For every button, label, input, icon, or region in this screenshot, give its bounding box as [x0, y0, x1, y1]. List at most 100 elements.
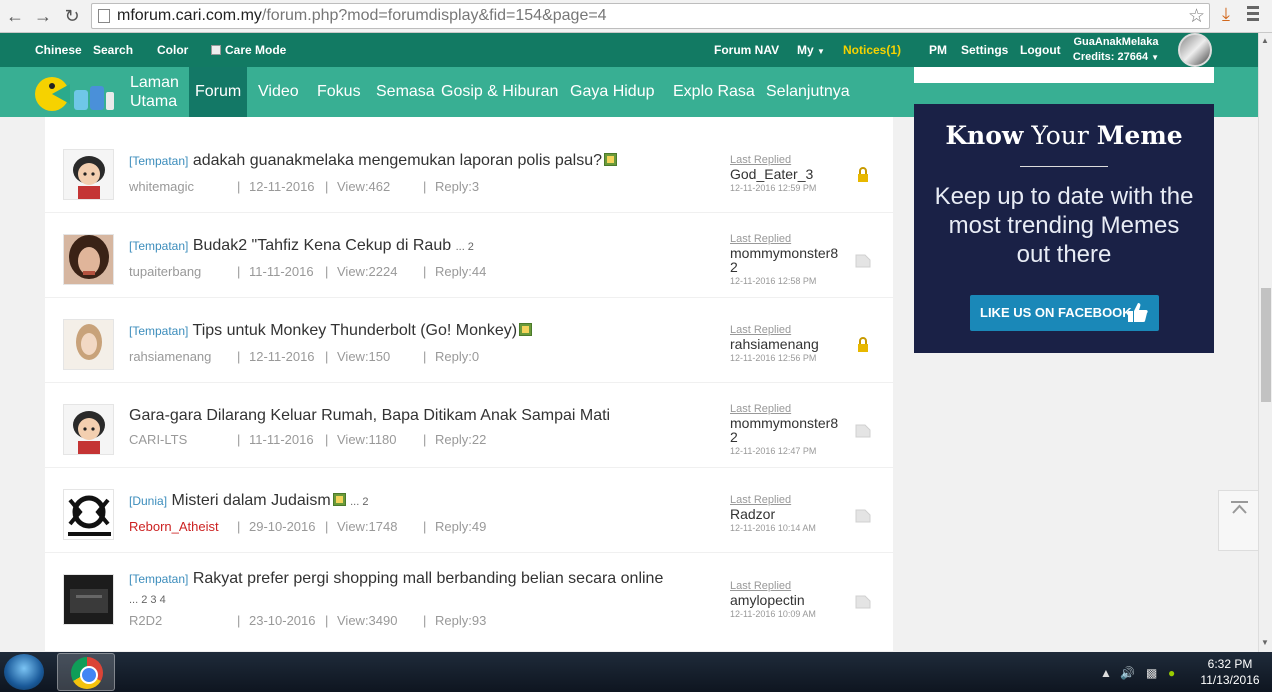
- thread-pages[interactable]: ... 2: [350, 496, 368, 508]
- nav-gosip-hiburan[interactable]: Gosip & Hiburan: [441, 67, 558, 117]
- thread-author[interactable]: CARI-LTS: [129, 432, 237, 447]
- back-icon[interactable]: ←: [3, 4, 27, 28]
- thread-tag[interactable]: [Tempatan]: [129, 572, 188, 586]
- thread-author[interactable]: tupaiterbang: [129, 264, 237, 279]
- search-link[interactable]: Search: [93, 43, 133, 57]
- nav-video[interactable]: Video: [258, 67, 299, 117]
- thread-pages[interactable]: ... 2: [456, 241, 474, 253]
- color-link[interactable]: Color: [157, 43, 188, 57]
- thread-row[interactable]: [Tempatan] Tips untuk Monkey Thunderbolt…: [45, 303, 893, 383]
- scroll-up-icon[interactable]: ▲: [1261, 36, 1269, 45]
- thread-pages[interactable]: ... 2 3 4: [129, 594, 166, 606]
- forward-icon[interactable]: →: [31, 4, 55, 28]
- thread-row[interactable]: [Dunia] Misteri dalam Judaism ... 2 Rebo…: [45, 473, 893, 553]
- nav-semasa[interactable]: Semasa: [376, 67, 435, 117]
- address-bar[interactable]: mforum.cari.com.my/forum.php?mod=forumdi…: [91, 3, 1210, 29]
- thread-tag[interactable]: [Dunia]: [129, 494, 167, 508]
- like-us-facebook-button[interactable]: LIKE US ON FACEBOOK: [970, 295, 1159, 331]
- nav-home-line1: Laman: [130, 74, 179, 91]
- thread-avatar[interactable]: [63, 404, 114, 455]
- system-clock[interactable]: 6:32 PM 11/13/2016: [1195, 656, 1265, 688]
- nav-explo-rasa[interactable]: Explo Rasa: [673, 67, 755, 117]
- download-icon[interactable]: ⤓: [1214, 4, 1238, 28]
- thread-title[interactable]: [Tempatan] adakah guanakmelaka mengemuka…: [129, 152, 617, 170]
- last-replied-label[interactable]: Last Replied: [730, 403, 791, 415]
- thread-row[interactable]: [Tempatan] Budak2 "Tahfiz Kena Cekup di …: [45, 218, 893, 298]
- my-menu[interactable]: My ▼: [797, 43, 825, 57]
- bookmark-star-icon[interactable]: ☆: [1188, 5, 1205, 28]
- network-icon[interactable]: ▩: [1146, 666, 1157, 680]
- start-button[interactable]: [4, 654, 44, 690]
- chinese-link[interactable]: Chinese: [35, 43, 82, 57]
- url-text[interactable]: mforum.cari.com.my/forum.php?mod=forumdi…: [117, 7, 607, 25]
- thread-author[interactable]: rahsiamenang: [129, 349, 237, 364]
- last-replied: Last Replied amylopectin 12-11-2016 10:0…: [730, 579, 816, 621]
- chrome-menu-icon[interactable]: [1245, 6, 1261, 24]
- thread-title-text[interactable]: adakah guanakmelaka mengemukan laporan p…: [193, 152, 602, 169]
- scrollbar-thumb[interactable]: [1261, 288, 1271, 402]
- nav-fokus[interactable]: Fokus: [317, 67, 361, 117]
- user-menu[interactable]: GuaAnakMelaka Credits: 27664 ▼: [1060, 35, 1172, 65]
- thread-row[interactable]: [Tempatan] adakah guanakmelaka mengemuka…: [45, 133, 893, 213]
- thread-tag[interactable]: [Tempatan]: [129, 324, 188, 338]
- thread-author[interactable]: R2D2: [129, 613, 237, 628]
- last-replied-label[interactable]: Last Replied: [730, 494, 791, 506]
- settings-link[interactable]: Settings: [961, 43, 1008, 57]
- forum-nav-link[interactable]: Forum NAV: [714, 43, 779, 57]
- thread-avatar[interactable]: [63, 149, 114, 200]
- chrome-taskbar-button[interactable]: [57, 653, 115, 691]
- thread-title-text[interactable]: Budak2 "Tahfiz Kena Cekup di Raub: [193, 237, 451, 254]
- scroll-down-icon[interactable]: ▼: [1261, 638, 1269, 647]
- notices-link[interactable]: Notices(1): [843, 43, 901, 57]
- last-replied-user[interactable]: amylopectin: [730, 593, 816, 607]
- thread-tag[interactable]: [Tempatan]: [129, 154, 188, 168]
- thread-title[interactable]: [Tempatan] Rakyat prefer pergi shopping …: [129, 570, 663, 588]
- volume-icon[interactable]: 🔊: [1120, 666, 1135, 680]
- nav-selanjutnya[interactable]: Selanjutnya: [766, 67, 850, 117]
- thread-avatar[interactable]: [63, 574, 114, 625]
- tray-expand-icon[interactable]: ▲: [1100, 666, 1112, 680]
- last-replied-user[interactable]: God_Eater_3: [730, 167, 816, 181]
- last-replied-label[interactable]: Last Replied: [730, 154, 791, 166]
- cartoon-avatar-icon: [64, 150, 113, 199]
- last-replied-user[interactable]: rahsiamenang: [730, 337, 819, 351]
- security-icon[interactable]: ●: [1168, 666, 1175, 680]
- user-avatar[interactable]: [1178, 33, 1212, 67]
- thread-avatar[interactable]: [63, 319, 114, 370]
- ad-brand: Know Your Meme: [945, 121, 1183, 150]
- know-your-meme-ad[interactable]: Know Your Meme Keep up to date with the …: [914, 104, 1214, 353]
- thread-row[interactable]: [Tempatan] Rakyat prefer pergi shopping …: [45, 558, 893, 652]
- thread-author[interactable]: whitemagic: [129, 179, 237, 194]
- care-mode-checkbox[interactable]: [211, 45, 221, 55]
- thread-row[interactable]: Gara-gara Dilarang Keluar Rumah, Bapa Di…: [45, 388, 893, 468]
- reload-icon[interactable]: ↻: [60, 4, 84, 28]
- nav-forum[interactable]: Forum: [189, 67, 248, 117]
- thread-title[interactable]: [Tempatan] Tips untuk Monkey Thunderbolt…: [129, 322, 533, 340]
- last-replied-label[interactable]: Last Replied: [730, 233, 791, 245]
- thread-title[interactable]: [Dunia] Misteri dalam Judaism ... 2: [129, 492, 368, 510]
- last-replied-label[interactable]: Last Replied: [730, 580, 791, 592]
- nav-gaya-hidup[interactable]: Gaya Hidup: [570, 67, 655, 117]
- ad-divider: [1020, 166, 1108, 167]
- thread-title-text[interactable]: Rakyat prefer pergi shopping mall berban…: [193, 570, 664, 587]
- nav-home[interactable]: Laman Utama: [130, 67, 179, 117]
- last-replied-label[interactable]: Last Replied: [730, 324, 791, 336]
- logout-link[interactable]: Logout: [1020, 43, 1061, 57]
- thread-title-text[interactable]: Misteri dalam Judaism: [171, 492, 330, 509]
- thread-title[interactable]: Gara-gara Dilarang Keluar Rumah, Bapa Di…: [129, 407, 610, 425]
- care-mode-toggle[interactable]: Care Mode: [211, 43, 286, 57]
- thread-title-text[interactable]: Gara-gara Dilarang Keluar Rumah, Bapa Di…: [129, 407, 610, 424]
- last-replied-user[interactable]: mommymonster82: [730, 246, 840, 274]
- last-replied-user[interactable]: mommymonster82: [730, 416, 840, 444]
- page-scrollbar[interactable]: ▲ ▼: [1258, 33, 1272, 652]
- thread-avatar[interactable]: [63, 234, 114, 285]
- cari-logo[interactable]: [30, 70, 115, 114]
- thread-tag[interactable]: [Tempatan]: [129, 239, 188, 253]
- thread-title-text[interactable]: Tips untuk Monkey Thunderbolt (Go! Monke…: [193, 322, 518, 339]
- thread-avatar[interactable]: [63, 489, 114, 540]
- thread-author[interactable]: Reborn_Atheist: [129, 519, 237, 534]
- thread-title[interactable]: [Tempatan] Budak2 "Tahfiz Kena Cekup di …: [129, 237, 474, 255]
- last-replied-user[interactable]: Radzor: [730, 507, 816, 521]
- back-to-top-button[interactable]: [1218, 490, 1259, 551]
- pm-link[interactable]: PM: [929, 43, 947, 57]
